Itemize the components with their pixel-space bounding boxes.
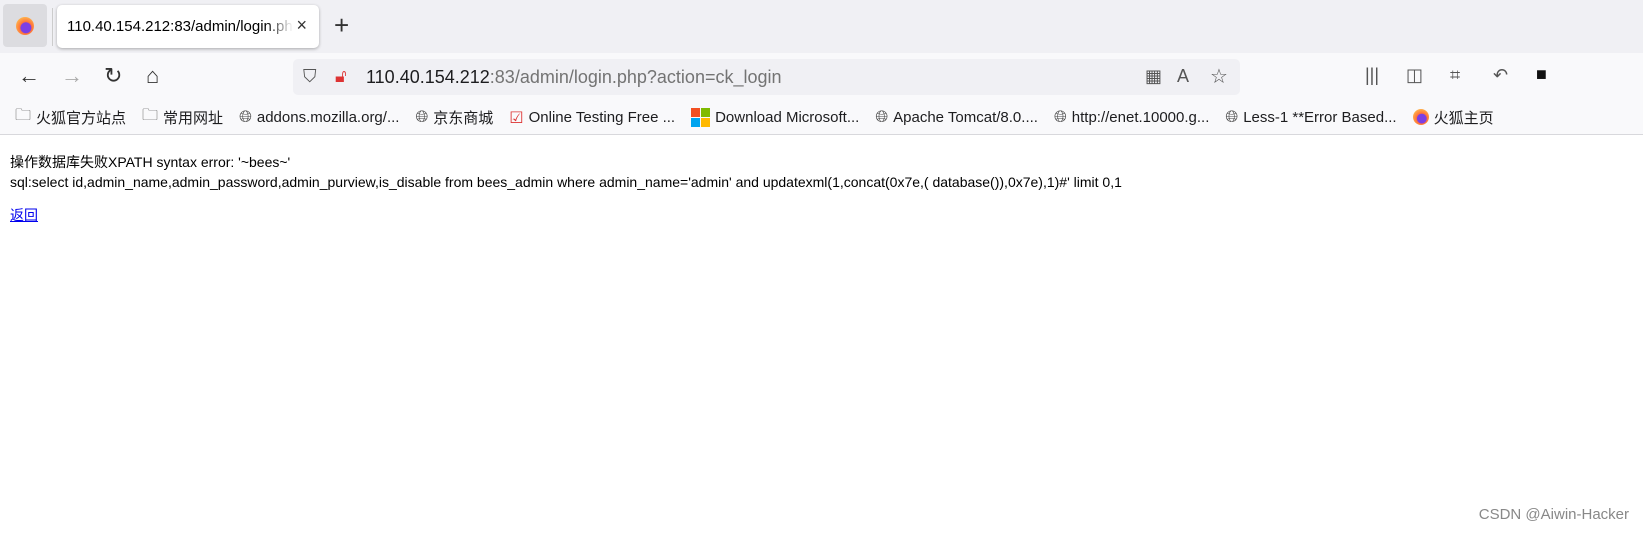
extension-icon[interactable]: ■ — [1536, 64, 1547, 85]
tab-bar: 110.40.154.212:83/admin/login.php?action… — [0, 0, 1643, 53]
divider — [52, 8, 53, 46]
forward-button[interactable]: → — [61, 63, 83, 89]
bookmark-label: 京东商城 — [433, 110, 494, 127]
undo-icon[interactable]: ↶ — [1493, 65, 1508, 86]
bookmark-item[interactable]: 🗀 火狐官方站点 — [15, 104, 126, 131]
globe-icon: 🌐︎ — [1225, 108, 1239, 126]
bookmarks-toolbar: 🗀 火狐官方站点 🗀 常用网址 🌐︎ addons.mozilla.org/... 🌐… — [0, 101, 1643, 135]
bookmark-label: Apache Tomcat/8.0.... — [893, 109, 1038, 126]
bookmark-item[interactable]: 🌐︎ 京东商城 — [415, 107, 493, 128]
url-path: :83/admin/login.php?action=ck_login — [489, 66, 782, 87]
insecure-lock-icon[interactable]: 🔓︎ — [335, 66, 347, 87]
bookmark-label: 常用网址 — [163, 110, 224, 127]
translate-icon[interactable]: A — [1177, 66, 1189, 87]
qr-code-icon[interactable]: ▦ — [1145, 66, 1162, 87]
tab-active[interactable]: 110.40.154.212:83/admin/login.php?action… — [57, 5, 319, 48]
bookmark-label: Download Microsoft... — [715, 109, 860, 126]
bookmark-label: Online Testing Free ... — [528, 109, 676, 126]
folder-icon: 🗀 — [15, 107, 32, 124]
bookmark-item[interactable]: ☑ Online Testing Free ... — [509, 108, 675, 128]
globe-icon: 🌐︎ — [1053, 108, 1067, 126]
sidebar-icon[interactable]: ◫ — [1406, 65, 1423, 86]
firefox-view-button[interactable] — [3, 4, 47, 47]
bookmark-item[interactable]: 🌐︎ Less-1 **Error Based... — [1225, 109, 1396, 127]
shield-icon[interactable]: ⛉ — [303, 66, 317, 87]
checkmark-icon: ☑ — [509, 109, 524, 127]
reload-button[interactable]: ↻ — [104, 63, 122, 89]
globe-icon: 🌐︎ — [239, 108, 252, 126]
bookmark-label: addons.mozilla.org/... — [256, 109, 400, 126]
sql-query: sql:select id,admin_name,admin_password,… — [10, 174, 1122, 190]
library-icon[interactable]: ||| — [1365, 65, 1379, 86]
bookmark-label: http://enet.10000.g... — [1071, 109, 1210, 126]
error-message: 操作数据库失败XPATH syntax error: '~bees~' — [10, 154, 291, 170]
globe-icon: 🌐︎ — [415, 108, 429, 126]
tab-title: 110.40.154.212:83/admin/login.php?action… — [67, 18, 293, 35]
page-content: 操作数据库失败XPATH syntax error: '~bees~' sql:… — [0, 135, 1643, 242]
firefox-icon — [1412, 109, 1429, 127]
bookmark-star-icon[interactable]: ☆ — [1210, 64, 1228, 89]
folder-icon: 🗀 — [142, 107, 159, 124]
firefox-icon — [16, 16, 34, 35]
microsoft-icon — [691, 108, 711, 127]
bookmark-label: 火狐主页 — [1433, 110, 1494, 127]
bookmark-label: 火狐官方站点 — [36, 110, 127, 127]
bookmark-item[interactable]: 🌐︎ addons.mozilla.org/... — [239, 109, 399, 127]
home-button[interactable]: ⌂ — [146, 63, 159, 89]
crop-icon[interactable]: ⌗ — [1450, 65, 1460, 86]
nav-bar: ← → ↻ ⌂ ⛉ 🔓︎ 110.40.154.212:83/admin/log… — [0, 53, 1643, 101]
bookmark-label: Less-1 **Error Based... — [1243, 109, 1397, 126]
watermark: CSDN @Aiwin-Hacker — [1478, 506, 1629, 523]
bookmark-item[interactable]: 🌐︎ http://enet.10000.g... — [1054, 109, 1209, 127]
url-host: 110.40.154.212 — [366, 66, 490, 87]
bookmark-item[interactable]: 🌐︎ Apache Tomcat/8.0.... — [875, 109, 1038, 127]
address-bar[interactable]: ⛉ 🔓︎ 110.40.154.212:83/admin/login.php?a… — [293, 59, 1240, 95]
bookmark-item[interactable]: Download Microsoft... — [691, 108, 859, 127]
new-tab-button[interactable]: + — [334, 10, 349, 41]
back-button[interactable]: ← — [18, 63, 40, 89]
bookmark-item[interactable]: 火狐主页 — [1412, 107, 1494, 128]
back-link[interactable]: 返回 — [10, 205, 38, 225]
bookmark-item[interactable]: 🗀 常用网址 — [142, 104, 223, 131]
globe-icon: 🌐︎ — [875, 108, 889, 126]
close-tab-icon[interactable]: × — [296, 15, 307, 36]
